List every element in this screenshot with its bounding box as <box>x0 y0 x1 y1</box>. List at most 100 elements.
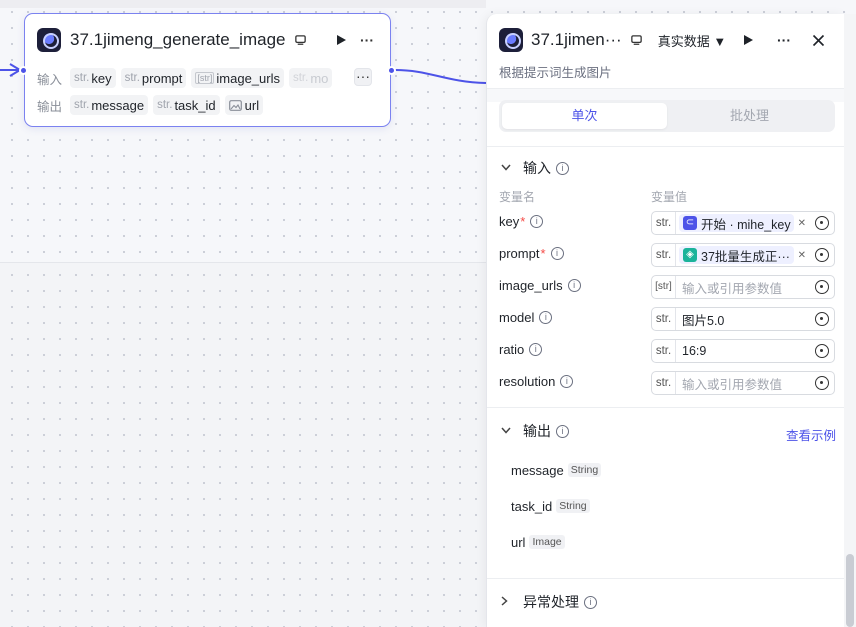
info-icon: i <box>550 247 564 260</box>
node-more-button[interactable]: ··· <box>356 29 378 51</box>
input-tag-image-urls: [str] image_urls <box>191 68 284 88</box>
reference-picker-icon[interactable] <box>815 280 829 294</box>
tag-text: prompt <box>141 70 183 86</box>
node-output-port[interactable] <box>387 66 396 75</box>
reference-picker-icon[interactable] <box>815 312 829 326</box>
column-header-name: 变量名 <box>499 190 536 204</box>
scrollbar-thumb[interactable] <box>846 554 854 627</box>
node-input-row: 输入 str. key str. prompt [str] image_urls st… <box>37 68 337 88</box>
node-input-port[interactable] <box>19 66 28 75</box>
node-output-row: 输出 str. message str. task_id url <box>37 95 268 115</box>
variable-input-ratio[interactable]: str. 16:9 <box>651 339 835 363</box>
reference-picker-icon[interactable] <box>815 344 829 358</box>
reference-picker-icon[interactable] <box>815 376 829 390</box>
node-inputs-more-button[interactable]: ··· <box>354 68 372 86</box>
tag-text: message <box>91 97 145 113</box>
variable-input-image-urls[interactable]: [str] 输入或引用参数值 <box>651 275 835 299</box>
variable-input-model[interactable]: str. 图片5.0 <box>651 307 835 331</box>
variable-row-prompt: prompt * i str. ◈ 37批量生成正··· ✕ <box>499 243 835 267</box>
section-title: 输入 <box>523 160 551 176</box>
variable-type: str. <box>652 340 676 362</box>
workflow-node-jimeng[interactable]: 37.1jimeng_generate_image ··· 输入 str. key… <box>19 13 396 127</box>
run-node-button[interactable] <box>330 29 352 51</box>
start-node-icon: ⊂ <box>683 216 697 230</box>
output-type-badge: String <box>567 463 602 477</box>
output-name: message <box>511 462 564 478</box>
variable-value: 图片5.0 <box>682 313 725 328</box>
output-item-task-id: task_id String <box>511 496 590 516</box>
variable-row-image-urls: image_urls i [str] 输入或引用参数值 <box>499 275 835 299</box>
variable-label: key <box>499 214 520 229</box>
type-label: str. <box>292 72 309 84</box>
output-type-badge: String <box>556 499 590 513</box>
chevron-right-icon <box>501 595 517 609</box>
plugin-badge-icon <box>626 29 648 51</box>
close-icon[interactable] <box>804 28 832 52</box>
node-test-panel: 37.1jimen··· 真实数据 ▼ ··· 根据提示词生成图片 单次 批处理… <box>486 14 844 627</box>
input-section-header[interactable]: 输入 i <box>501 158 569 178</box>
canvas-lower-area[interactable] <box>0 262 486 627</box>
column-header-value: 变量值 <box>651 190 688 204</box>
variable-row-ratio: ratio i str. 16:9 <box>499 339 835 363</box>
reference-picker-icon[interactable] <box>815 216 829 230</box>
type-label: str. <box>74 99 90 111</box>
image-type-icon <box>228 99 242 111</box>
output-section-header[interactable]: 输出 i <box>501 421 569 441</box>
input-tag-key: str. key <box>70 68 116 88</box>
output-item-message: message String <box>511 460 602 480</box>
input-tag-model-truncated: str. mo <box>288 68 333 88</box>
variable-input-prompt[interactable]: str. ◈ 37批量生成正··· ✕ <box>651 243 835 267</box>
exception-section-header[interactable]: 异常处理 i <box>501 592 597 612</box>
run-mode-tabs: 单次 批处理 <box>499 100 835 132</box>
variable-value: 16:9 <box>682 344 707 358</box>
reference-chip-start[interactable]: ⊂ 开始 · mihe_key <box>679 214 794 232</box>
panel-scrollbar[interactable] <box>844 14 856 627</box>
output-tag-url: url <box>224 95 264 115</box>
panel-header: 37.1jimen··· 真实数据 ▼ ··· <box>499 26 832 54</box>
output-item-url: url Image <box>511 532 565 552</box>
output-tag-task-id: str. task_id <box>153 95 220 115</box>
tab-single[interactable]: 单次 <box>502 103 667 129</box>
variable-input-key[interactable]: str. ⊂ 开始 · mihe_key ✕ <box>651 211 835 235</box>
plugin-avatar-icon <box>499 28 523 52</box>
variable-input-resolution[interactable]: str. 输入或引用参数值 <box>651 371 835 395</box>
info-icon: i <box>560 375 574 388</box>
required-mark: * <box>520 214 526 229</box>
type-label: [str] <box>195 72 215 84</box>
output-tag-message: str. message <box>70 95 149 115</box>
variable-label: image_urls <box>499 278 563 293</box>
output-name: url <box>511 534 526 550</box>
output-row-label: 输出 <box>37 99 63 114</box>
variable-type: str. <box>652 372 676 394</box>
type-label: str. <box>74 72 90 84</box>
plugin-badge-icon <box>290 29 312 51</box>
reference-label: 开始 · mihe_key <box>701 217 791 232</box>
remove-reference-icon[interactable]: ✕ <box>794 250 810 261</box>
remove-reference-icon[interactable]: ✕ <box>794 218 810 229</box>
variable-type: str. <box>652 212 676 234</box>
tag-text: url <box>244 97 260 113</box>
tab-batch[interactable]: 批处理 <box>667 103 832 129</box>
run-panel-button[interactable] <box>734 28 762 52</box>
section-divider <box>487 146 844 147</box>
variable-label: model <box>499 310 535 325</box>
tag-text: task_id <box>174 97 216 113</box>
panel-more-button[interactable]: ··· <box>770 28 798 52</box>
data-mode-dropdown[interactable]: 真实数据 ▼ <box>658 31 726 50</box>
info-icon: i <box>529 343 543 356</box>
section-divider <box>487 578 844 579</box>
variable-name: model i <box>499 310 553 325</box>
view-example-link[interactable]: 查看示例 <box>786 425 836 444</box>
info-icon: i <box>556 161 569 175</box>
output-name: task_id <box>511 498 553 514</box>
type-label: str. <box>157 99 173 111</box>
variable-label: ratio <box>499 342 525 357</box>
input-row-label: 输入 <box>37 72 63 87</box>
section-divider <box>487 407 844 408</box>
required-mark: * <box>540 246 546 261</box>
reference-picker-icon[interactable] <box>815 248 829 262</box>
variable-name: resolution i <box>499 374 574 389</box>
reference-chip-batch[interactable]: ◈ 37批量生成正··· <box>679 246 794 264</box>
info-icon: i <box>567 279 581 292</box>
variable-type: str. <box>652 244 676 266</box>
